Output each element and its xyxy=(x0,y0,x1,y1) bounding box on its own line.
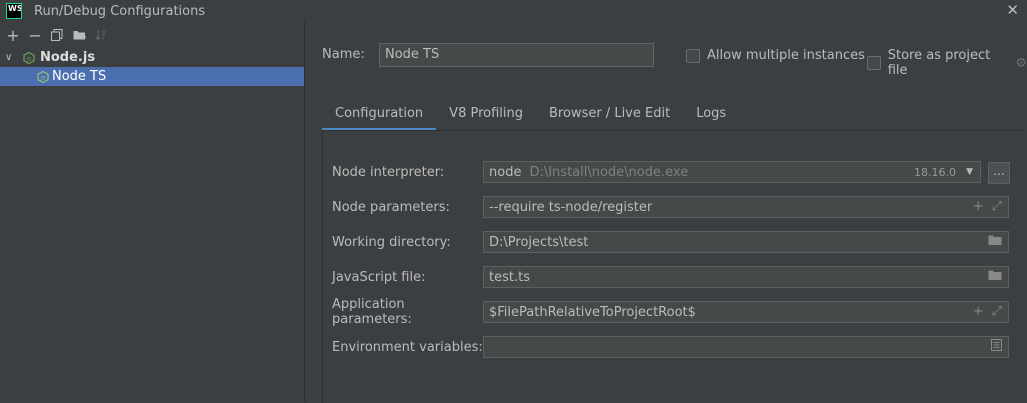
configuration-editor: Name: Node TS Allow multiple instances S… xyxy=(305,22,1027,403)
node-interpreter-select[interactable]: node D:\Install\node\node.exe 18.16.0 ▼ xyxy=(483,161,981,183)
working-directory-value: D:\Projects\test xyxy=(489,234,589,250)
node-parameters-label: Node parameters: xyxy=(332,199,450,215)
javascript-file-value: test.ts xyxy=(489,269,530,285)
folder-add-icon xyxy=(73,31,86,40)
browse-interpreter-button[interactable]: ... xyxy=(988,162,1010,184)
tree-group-nodejs[interactable]: ∨ js Node.js xyxy=(0,48,304,67)
nodejs-icon: js xyxy=(23,51,35,64)
working-directory-input[interactable]: D:\Projects\test xyxy=(483,231,1009,253)
working-directory-label: Working directory: xyxy=(332,234,451,250)
window-title: Run/Debug Configurations xyxy=(34,3,206,19)
svg-text:js: js xyxy=(26,55,32,62)
allow-multiple-label: Allow multiple instances xyxy=(707,48,865,63)
store-as-project-file-checkbox[interactable]: Store as project file ⚙ xyxy=(867,48,1027,78)
sort-icon xyxy=(95,30,106,41)
tab-configuration[interactable]: Configuration xyxy=(322,100,437,131)
interpreter-name: node xyxy=(489,164,522,180)
interpreter-version: 18.16.0 xyxy=(914,165,956,179)
allow-multiple-instances-checkbox[interactable]: Allow multiple instances xyxy=(686,48,865,63)
name-label: Name: xyxy=(322,47,365,62)
plus-icon[interactable]: + xyxy=(973,304,984,319)
environment-variables-row: Environment variables: xyxy=(332,335,484,359)
working-directory-row: Working directory: xyxy=(332,230,484,254)
node-parameters-row: Node parameters: xyxy=(332,195,484,219)
node-interpreter-row: Node interpreter: xyxy=(332,160,484,184)
javascript-file-row: JavaScript file: xyxy=(332,265,484,289)
remove-configuration-button[interactable]: − xyxy=(24,24,46,46)
expand-icon[interactable]: ⤢ xyxy=(992,199,1002,214)
environment-variables-label: Environment variables: xyxy=(332,339,483,355)
configurations-panel: + − ∨ js Node.js js Node TS xyxy=(0,22,305,402)
dropdown-arrow-icon[interactable]: ▼ xyxy=(966,167,973,177)
move-to-folder-button[interactable] xyxy=(68,24,90,46)
tree-toolbar: + − xyxy=(0,22,304,48)
name-input[interactable]: Node TS xyxy=(379,43,654,67)
expand-icon[interactable]: ⤢ xyxy=(992,304,1002,319)
tree-group-label: Node.js xyxy=(40,50,96,65)
store-as-project-label: Store as project file xyxy=(887,48,991,78)
javascript-file-label: JavaScript file: xyxy=(332,269,426,285)
application-parameters-label: Application parameters: xyxy=(332,297,412,327)
plus-icon[interactable]: + xyxy=(973,199,984,214)
svg-text:js: js xyxy=(40,74,46,81)
add-configuration-button[interactable]: + xyxy=(2,24,24,46)
copy-icon xyxy=(51,29,63,41)
copy-configuration-button[interactable] xyxy=(46,24,68,46)
tree-item-label: Node TS xyxy=(52,69,107,84)
chevron-down-icon[interactable]: ∨ xyxy=(5,52,15,63)
javascript-file-input[interactable]: test.ts xyxy=(483,266,1009,288)
tree-item-node-ts[interactable]: js Node TS xyxy=(0,67,304,86)
environment-variables-input[interactable] xyxy=(483,336,1009,358)
checkbox-icon[interactable] xyxy=(686,48,700,63)
node-interpreter-label: Node interpreter: xyxy=(332,164,445,180)
configuration-form: Node interpreter: node D:\Install\node\n… xyxy=(322,130,1024,403)
tab-v8-profiling[interactable]: V8 Profiling xyxy=(436,100,536,131)
tab-browser-live-edit[interactable]: Browser / Live Edit xyxy=(536,100,683,131)
folder-icon[interactable] xyxy=(988,234,1002,250)
edit-list-icon[interactable] xyxy=(991,339,1002,355)
application-parameters-value: $FilePathRelativeToProjectRoot$ xyxy=(489,304,696,320)
folder-icon[interactable] xyxy=(988,269,1002,285)
node-parameters-input[interactable]: --require ts-node/register + ⤢ xyxy=(483,196,1009,218)
title-bar: WS Run/Debug Configurations ✕ xyxy=(0,0,1027,22)
gear-icon[interactable]: ⚙ xyxy=(1015,56,1027,71)
webstorm-logo-icon: WS xyxy=(6,3,22,19)
tab-logs[interactable]: Logs xyxy=(683,100,739,131)
application-parameters-input[interactable]: $FilePathRelativeToProjectRoot$ + ⤢ xyxy=(483,301,1009,323)
checkbox-icon[interactable] xyxy=(867,56,881,70)
close-icon[interactable]: ✕ xyxy=(1006,1,1019,19)
nodejs-icon: js xyxy=(37,70,49,83)
interpreter-path: D:\Install\node\node.exe xyxy=(529,164,689,180)
config-tabs: Configuration V8 Profiling Browser / Liv… xyxy=(322,100,739,131)
application-parameters-row: Application parameters: xyxy=(332,297,484,327)
node-parameters-value: --require ts-node/register xyxy=(489,199,653,215)
sort-configurations-button[interactable] xyxy=(90,24,112,46)
